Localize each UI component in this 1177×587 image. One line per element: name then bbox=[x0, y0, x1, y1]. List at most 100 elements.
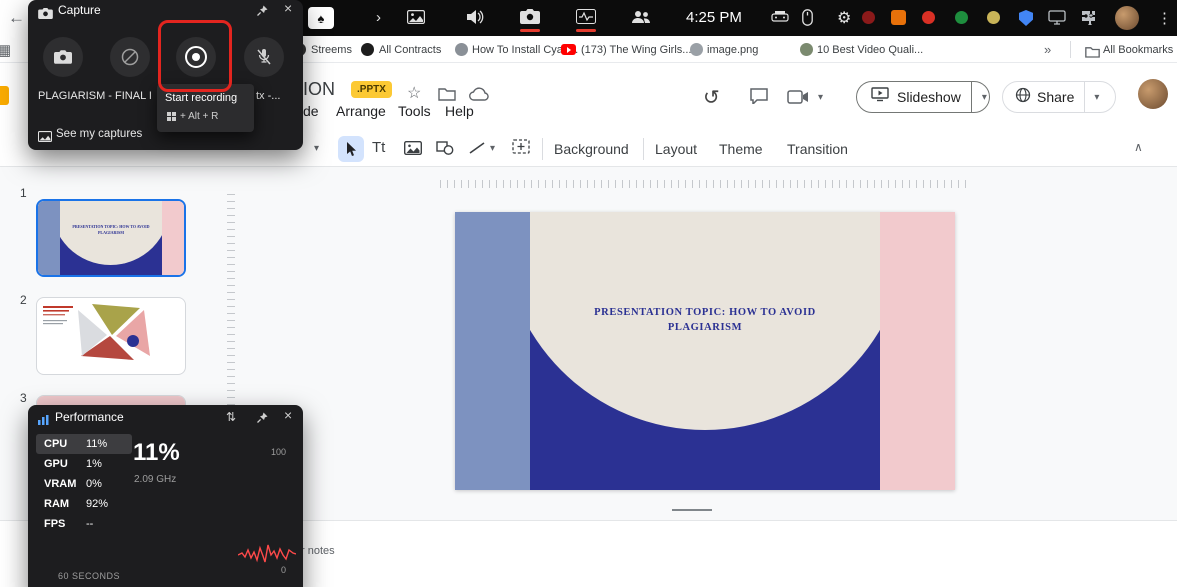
line-dropdown-icon[interactable]: ▾ bbox=[490, 143, 495, 154]
gamebar-clock: 4:25 PM bbox=[686, 9, 742, 26]
collapse-toolbar-icon[interactable]: ∧ bbox=[1134, 140, 1143, 154]
star-icon[interactable]: ☆ bbox=[407, 83, 421, 103]
youtube-favicon bbox=[561, 44, 576, 55]
bookmark-item[interactable]: All Contracts bbox=[379, 44, 441, 56]
extension-icon-3[interactable] bbox=[922, 11, 935, 24]
file-type-badge: .PPTX bbox=[351, 81, 392, 98]
notes-resize-handle[interactable] bbox=[672, 509, 712, 511]
cpu-clock-value: 2.09 GHz bbox=[134, 474, 177, 485]
bookmark-item[interactable]: 10 Best Video Quali... bbox=[817, 44, 923, 56]
browser-back-button[interactable]: ← bbox=[8, 8, 25, 28]
metric-row-cpu[interactable]: CPU 11% bbox=[36, 434, 132, 454]
version-history-icon[interactable]: ↺ bbox=[703, 85, 720, 110]
pin-icon[interactable] bbox=[256, 411, 268, 429]
background-button[interactable]: Background bbox=[554, 141, 629, 157]
insert-image-icon[interactable] bbox=[403, 140, 423, 160]
insert-frame-icon[interactable] bbox=[512, 139, 530, 159]
metric-row-fps[interactable]: FPS -- bbox=[36, 514, 132, 534]
windows-key-icon bbox=[167, 112, 176, 121]
zoom-dropdown-icon[interactable]: ▾ bbox=[314, 143, 319, 154]
capture-widget-icon[interactable] bbox=[520, 9, 540, 29]
toolbar-separator bbox=[542, 138, 543, 160]
doc-title-fragment[interactable]: ION bbox=[303, 79, 335, 100]
slide-number: 3 bbox=[20, 391, 27, 405]
app-icon-sliver bbox=[0, 86, 9, 105]
camera-icon bbox=[38, 6, 53, 24]
pin-icon[interactable] bbox=[256, 4, 268, 22]
layout-button[interactable]: Layout bbox=[655, 141, 697, 157]
performance-widget-icon[interactable] bbox=[576, 9, 596, 29]
insert-line-icon[interactable] bbox=[468, 141, 486, 160]
chevron-down-icon[interactable]: ▾ bbox=[818, 92, 823, 103]
menu-item-fragment[interactable]: de bbox=[303, 103, 319, 119]
account-avatar[interactable] bbox=[1138, 79, 1168, 109]
social-widget-icon[interactable] bbox=[631, 10, 651, 29]
bookmark-favicon bbox=[361, 43, 374, 56]
extension-icon-4[interactable] bbox=[955, 11, 968, 24]
extensions-puzzle-icon[interactable] bbox=[1081, 10, 1096, 30]
browser-menu-kebab-icon[interactable]: ⋮ bbox=[1157, 9, 1172, 27]
extension-icon-5[interactable] bbox=[987, 11, 1000, 24]
menu-item-arrange[interactable]: Arrange bbox=[336, 103, 386, 119]
cpu-usage-value: 11% bbox=[133, 439, 180, 466]
slideshow-icon bbox=[871, 87, 889, 107]
slide-number: 1 bbox=[20, 186, 27, 200]
meet-videocam-icon[interactable] bbox=[786, 90, 810, 109]
toolbar-separator bbox=[643, 138, 644, 160]
bookmark-item[interactable]: image.png bbox=[707, 44, 758, 56]
capture-target-label-tail: tx -... bbox=[256, 90, 281, 102]
slide-thumbnail-2[interactable] bbox=[36, 297, 186, 375]
close-icon[interactable]: × bbox=[284, 407, 292, 423]
comment-icon[interactable] bbox=[750, 88, 768, 109]
gear-icon[interactable]: ⚙ bbox=[837, 8, 851, 28]
slide-thumbnail-1[interactable]: PRESENTATION TOPIC: HOW TO AVOID PLAGIAR… bbox=[36, 199, 186, 277]
textbox-tool-icon[interactable]: Tt bbox=[372, 139, 385, 156]
mouse-icon[interactable] bbox=[802, 9, 813, 31]
gallery-widget-icon[interactable] bbox=[407, 10, 425, 29]
performance-chart-icon bbox=[37, 413, 49, 431]
sort-icon[interactable]: ⇅ bbox=[226, 410, 236, 424]
extension-monitor-icon[interactable] bbox=[1048, 10, 1066, 30]
performance-active-indicator bbox=[576, 29, 596, 32]
screen: ← ♠ › 4:25 PM ⚙ ⋮ ▦ Streems All Contract… bbox=[0, 0, 1177, 587]
menu-item-help[interactable]: Help bbox=[445, 103, 474, 119]
share-button[interactable]: Share ▾ bbox=[1002, 81, 1116, 113]
chevron-right-icon[interactable]: › bbox=[376, 9, 381, 26]
gamebar-home-icon[interactable]: ♠ bbox=[308, 7, 334, 29]
slide-title-textbox[interactable]: PRESENTATION TOPIC: HOW TO AVOID PLAGIAR… bbox=[530, 305, 880, 335]
all-bookmarks-button[interactable]: All Bookmarks bbox=[1103, 44, 1173, 56]
controller-icon[interactable] bbox=[771, 10, 789, 29]
transition-button[interactable]: Transition bbox=[787, 141, 848, 157]
browser-profile-avatar[interactable] bbox=[1115, 6, 1139, 30]
slideshow-dropdown-icon[interactable]: ▾ bbox=[982, 92, 987, 103]
audio-widget-icon[interactable] bbox=[466, 9, 484, 30]
select-tool-button[interactable] bbox=[338, 136, 364, 162]
bookmark-item[interactable]: Streems bbox=[311, 44, 352, 56]
slide-left-bar bbox=[455, 212, 530, 490]
share-dropdown-icon[interactable]: ▾ bbox=[1094, 92, 1099, 103]
record-last-30s-button[interactable] bbox=[110, 37, 150, 77]
bookmark-favicon bbox=[800, 43, 813, 56]
bookmark-item[interactable]: (173) The Wing Girls... bbox=[581, 44, 691, 56]
insert-shape-icon[interactable] bbox=[436, 141, 454, 160]
slideshow-button[interactable]: Slideshow ▾ bbox=[856, 81, 990, 113]
bookmarks-overflow-icon[interactable]: » bbox=[1044, 42, 1051, 57]
bookmark-favicon bbox=[455, 43, 468, 56]
extension-icon-1[interactable] bbox=[862, 11, 875, 24]
mic-muted-button[interactable] bbox=[244, 37, 284, 77]
folder-icon bbox=[1085, 45, 1100, 63]
close-icon[interactable]: × bbox=[284, 0, 292, 16]
metric-row-vram[interactable]: VRAM 0% bbox=[36, 474, 132, 494]
apps-grid-icon[interactable]: ▦ bbox=[0, 41, 11, 59]
menu-item-tools[interactable]: Tools bbox=[398, 103, 431, 119]
slide-canvas[interactable]: PRESENTATION TOPIC: HOW TO AVOID PLAGIAR… bbox=[455, 212, 955, 490]
metric-row-ram[interactable]: RAM 92% bbox=[36, 494, 132, 514]
metric-row-gpu[interactable]: GPU 1% bbox=[36, 454, 132, 474]
extension-icon-2[interactable] bbox=[891, 10, 906, 25]
screenshot-button[interactable] bbox=[43, 37, 83, 77]
bookmark-favicon bbox=[690, 43, 703, 56]
graph-x-label: 60 SECONDS bbox=[58, 571, 121, 581]
cpu-graph bbox=[238, 544, 296, 563]
theme-button[interactable]: Theme bbox=[719, 141, 763, 157]
see-my-captures-link[interactable]: See my captures bbox=[56, 128, 142, 140]
